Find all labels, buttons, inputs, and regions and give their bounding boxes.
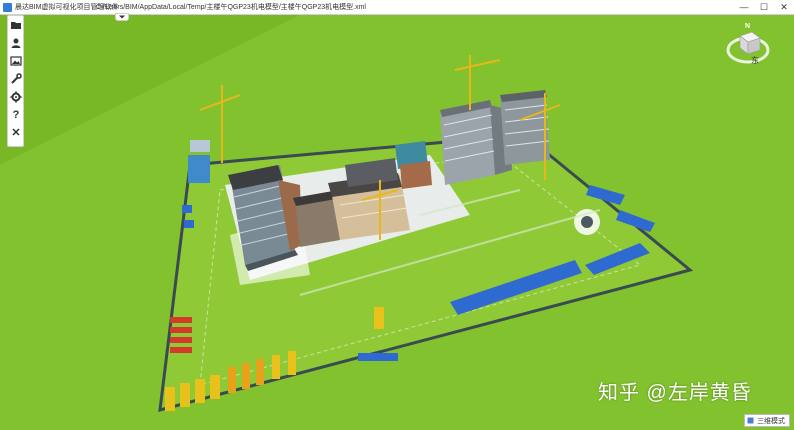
close-button[interactable]: ✕ <box>777 1 791 13</box>
minimize-button[interactable]: — <box>737 1 751 13</box>
panel-toggle-button[interactable] <box>115 13 129 21</box>
folder-icon[interactable] <box>9 18 23 32</box>
person-icon[interactable] <box>9 36 23 50</box>
view-cube-face-label: 东 <box>751 56 759 65</box>
close-icon[interactable]: ✕ <box>9 126 23 140</box>
view-mode-label: 三维模式 <box>757 418 785 425</box>
app-logo-icon <box>3 3 12 12</box>
3d-cube-icon <box>747 417 754 424</box>
help-icon[interactable]: ? <box>9 108 23 122</box>
view-cube[interactable]: 东 N <box>724 22 772 70</box>
maximize-button[interactable]: ☐ <box>757 1 771 13</box>
file-path: C:/Users/BIM/AppData/Local/Temp/主楼午QGP23… <box>96 4 366 11</box>
compass-north-label: N <box>745 23 751 30</box>
site-model-scene <box>0 15 794 430</box>
chevron-down-icon <box>119 15 125 19</box>
gear-icon[interactable] <box>9 90 23 104</box>
3d-viewport[interactable] <box>0 15 794 430</box>
wrench-icon[interactable] <box>9 72 23 86</box>
watermark-text: 知乎 @左岸黄昏 <box>598 382 752 404</box>
left-toolbar: ? ✕ <box>7 15 24 147</box>
image-icon[interactable] <box>9 54 23 68</box>
view-mode-button[interactable]: 三维模式 <box>744 414 790 427</box>
